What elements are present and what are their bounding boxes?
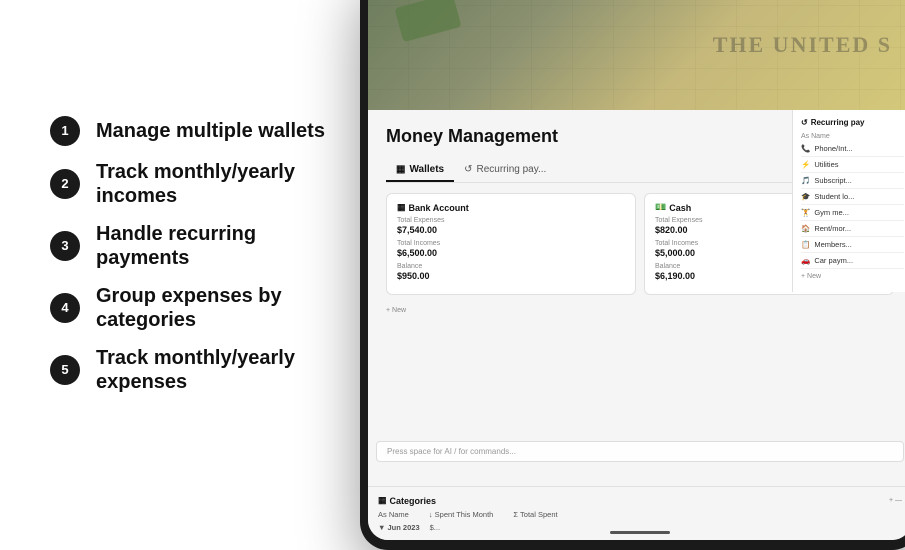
tab-wallets[interactable]: ▦ Wallets — [386, 159, 454, 182]
categories-title: ▦ Categories — [378, 495, 436, 506]
bank-expenses-value: $7,540.00 — [397, 225, 625, 235]
feature-item-5: 5 Track monthly/yearly expenses — [50, 346, 350, 394]
recurring-item-car[interactable]: 🚗 Car paym... — [801, 253, 904, 269]
feature-item-4: 4 Group expenses by categories — [50, 284, 350, 332]
feature-item-2: 2 Track monthly/yearly incomes — [50, 160, 350, 208]
categories-month-badge[interactable]: ▼ Jun 2023 — [378, 523, 420, 532]
recurring-members-name: Members... — [814, 240, 852, 249]
categories-columns: As Name ↓ Spent This Month Σ Total Spent — [378, 510, 902, 519]
recurring-icon: ↺ — [464, 164, 472, 175]
wallets-icon: ▦ — [396, 164, 405, 175]
bank-incomes-label: Total Incomes — [397, 240, 625, 247]
money-banner-inner: THE UNITED S — [368, 0, 905, 110]
feature-number-4: 4 — [50, 293, 80, 323]
categories-amount: $... — [430, 523, 440, 532]
bank-balance-label: Balance — [397, 263, 625, 270]
press-space-bar[interactable]: Press space for AI / for commands... — [376, 441, 904, 462]
recurring-student-name: Student lo... — [814, 192, 854, 201]
cash-icon: 💵 — [655, 202, 666, 213]
bank-expenses-label: Total Expenses — [397, 217, 625, 224]
recurring-item-rent[interactable]: 🏠 Rent/mor... — [801, 221, 904, 237]
categories-actions: + — — [889, 497, 902, 504]
recurring-col-header: As Name — [801, 133, 904, 140]
recurring-item-utilities[interactable]: ⚡ Utilities — [801, 157, 904, 173]
phone-icon: 📞 — [801, 144, 810, 153]
bank-icon: ▦ — [397, 202, 406, 213]
wallet-cash-name: Cash — [669, 203, 691, 213]
members-icon: 📋 — [801, 240, 810, 249]
feature-item-1: 1 Manage multiple wallets — [50, 116, 350, 146]
recurring-item-subscription[interactable]: 🎵 Subscript... — [801, 173, 904, 189]
recurring-title: ↺ Recurring pay — [801, 118, 904, 127]
recurring-gym-name: Gym me... — [814, 208, 849, 217]
cat-total-spent-label: Σ Total Spent — [513, 510, 557, 519]
tab-wallets-label: Wallets — [409, 164, 444, 175]
recurring-phone-name: Phone/Int... — [814, 144, 852, 153]
feature-text-4: Group expenses by categories — [96, 284, 350, 332]
recurring-panel: ↺ Recurring pay As Name 📞 Phone/Int... ⚡… — [792, 110, 905, 292]
tablet-screen: THE UNITED S Money Management ▦ Wallets … — [368, 0, 905, 540]
feature-item-3: 3 Handle recurring payments — [50, 222, 350, 270]
tab-recurring[interactable]: ↺ Recurring pay... — [454, 159, 556, 182]
student-icon: 🎓 — [801, 192, 810, 201]
subscription-icon: 🎵 — [801, 176, 810, 185]
feature-number-2: 2 — [50, 169, 80, 199]
recurring-item-members[interactable]: 📋 Members... — [801, 237, 904, 253]
recurring-item-gym[interactable]: 🏋️ Gym me... — [801, 205, 904, 221]
tablet-device: THE UNITED S Money Management ▦ Wallets … — [360, 0, 905, 550]
recurring-subscription-name: Subscript... — [814, 176, 852, 185]
bank-incomes-value: $6,500.00 — [397, 248, 625, 258]
bank-balance-value: $950.00 — [397, 271, 625, 281]
cat-col-total-spent: Σ Total Spent — [513, 510, 557, 519]
categories-label: Categories — [390, 496, 437, 506]
feature-list: 1 Manage multiple wallets 2 Track monthl… — [0, 56, 380, 454]
categories-header: ▦ Categories + — — [378, 495, 902, 506]
recurring-utilities-name: Utilities — [814, 160, 838, 169]
recurring-car-name: Car paym... — [814, 256, 853, 265]
recurring-panel-icon: ↺ — [801, 118, 808, 127]
feature-text-1: Manage multiple wallets — [96, 119, 325, 143]
car-icon: 🚗 — [801, 256, 810, 265]
cat-name-label: As Name — [378, 510, 409, 519]
feature-number-5: 5 — [50, 355, 80, 385]
cat-spent-month-label: ↓ Spent This Month — [429, 510, 493, 519]
recurring-panel-label: Recurring pay — [811, 118, 865, 127]
recurring-item-phone[interactable]: 📞 Phone/Int... — [801, 141, 904, 157]
feature-number-1: 1 — [50, 116, 80, 146]
tab-recurring-label: Recurring pay... — [476, 164, 546, 175]
feature-text-5: Track monthly/yearly expenses — [96, 346, 350, 394]
dollar-bill-icon — [394, 0, 461, 42]
recurring-rent-name: Rent/mor... — [814, 224, 851, 233]
united-states-text: THE UNITED S — [713, 32, 892, 58]
cat-col-spent-month: ↓ Spent This Month — [429, 510, 493, 519]
tablet-area: THE UNITED S Money Management ▦ Wallets … — [380, 0, 905, 509]
rent-icon: 🏠 — [801, 224, 810, 233]
new-wallet-button[interactable]: + New — [386, 303, 894, 318]
utilities-icon: ⚡ — [801, 160, 810, 169]
recurring-new-button[interactable]: + New — [801, 269, 904, 284]
feature-text-3: Handle recurring payments — [96, 222, 350, 270]
gym-icon: 🏋️ — [801, 208, 810, 217]
wallet-card-bank[interactable]: ▦ Bank Account Total Expenses $7,540.00 … — [386, 193, 636, 295]
recurring-item-student[interactable]: 🎓 Student lo... — [801, 189, 904, 205]
feature-text-2: Track monthly/yearly incomes — [96, 160, 350, 208]
cat-col-name: As Name — [378, 510, 409, 519]
wallet-bank-name: Bank Account — [409, 203, 469, 213]
wallet-bank-title: ▦ Bank Account — [397, 202, 625, 213]
categories-icon: ▦ — [378, 495, 387, 506]
home-bar — [610, 531, 670, 534]
feature-number-3: 3 — [50, 231, 80, 261]
money-banner: THE UNITED S — [368, 0, 905, 110]
